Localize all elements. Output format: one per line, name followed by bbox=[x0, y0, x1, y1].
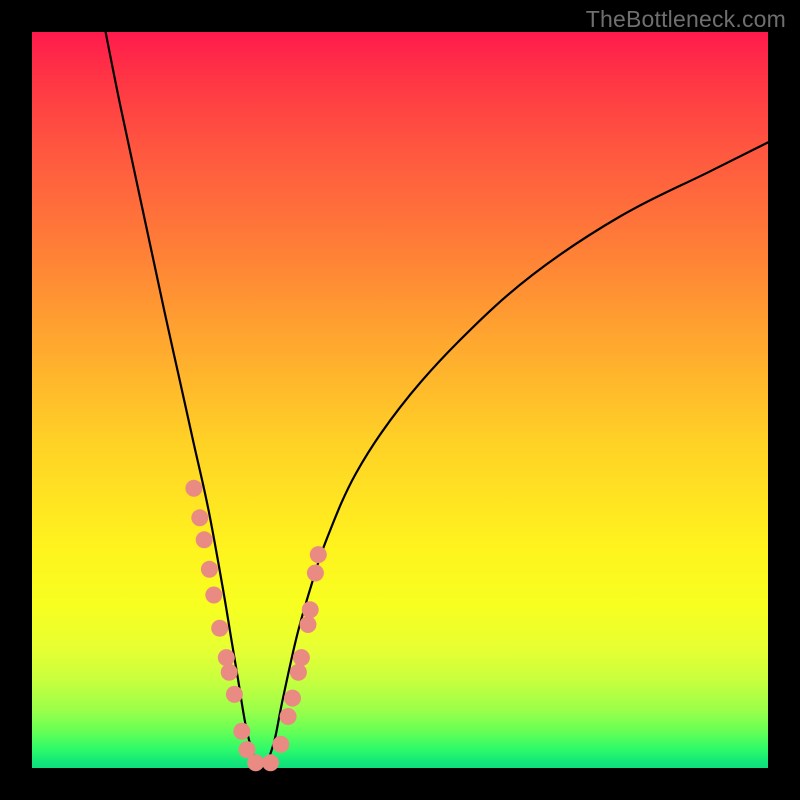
data-points bbox=[185, 480, 326, 772]
data-point bbox=[293, 649, 310, 666]
chart-svg bbox=[32, 32, 768, 768]
data-point bbox=[280, 708, 297, 725]
data-point bbox=[233, 723, 250, 740]
bottleneck-curve bbox=[106, 32, 768, 768]
data-point bbox=[211, 620, 228, 637]
plot-area bbox=[32, 32, 768, 768]
data-point bbox=[284, 690, 301, 707]
data-point bbox=[300, 616, 317, 633]
data-point bbox=[272, 736, 289, 753]
watermark-text: TheBottleneck.com bbox=[586, 6, 786, 33]
data-point bbox=[191, 509, 208, 526]
data-point bbox=[247, 754, 264, 771]
data-point bbox=[307, 565, 324, 582]
data-point bbox=[262, 754, 279, 771]
data-point bbox=[290, 664, 307, 681]
chart-frame: TheBottleneck.com bbox=[0, 0, 800, 800]
data-point bbox=[201, 561, 218, 578]
data-point bbox=[196, 531, 213, 548]
data-point bbox=[226, 686, 243, 703]
data-point bbox=[221, 664, 238, 681]
data-point bbox=[218, 649, 235, 666]
data-point bbox=[185, 480, 202, 497]
data-point bbox=[310, 546, 327, 563]
data-point bbox=[302, 601, 319, 618]
data-point bbox=[205, 587, 222, 604]
